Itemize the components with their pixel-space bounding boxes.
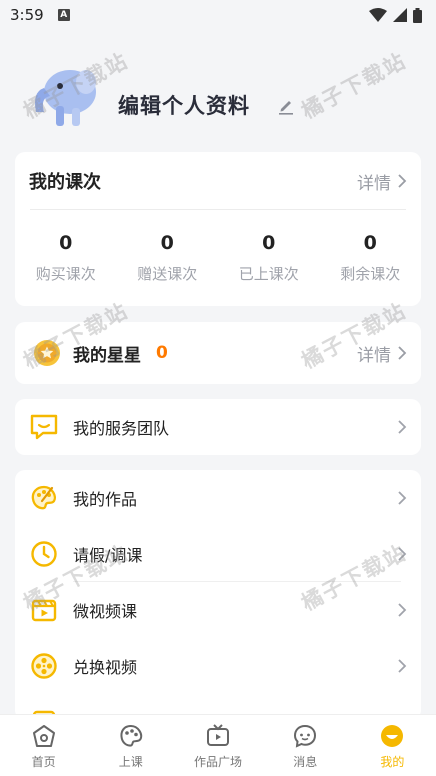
chat-box-icon	[29, 412, 59, 442]
menu-item-label: 微视频课	[73, 602, 138, 621]
clock-icon	[29, 539, 59, 569]
profile-face-icon	[378, 722, 406, 750]
palette-tab-icon	[117, 722, 145, 750]
divider	[30, 209, 406, 210]
menu-card: 我的作品 请假/调课 微视频课 兑换视频	[15, 470, 421, 720]
chevron-right-icon	[398, 174, 407, 188]
lessons-title: 我的课次	[29, 172, 101, 193]
tab-mine[interactable]: 我的	[349, 715, 436, 776]
star-coin-icon	[34, 340, 60, 366]
tab-label: 我的	[380, 754, 405, 769]
stars-detail-link[interactable]: 详情	[357, 341, 407, 366]
lesson-stats: 0 购买课次 0 赠送课次 0 已上课次 0 剩余课次	[15, 232, 421, 284]
menu-item-label: 请假/调课	[73, 546, 143, 565]
lessons-detail-link[interactable]: 详情	[357, 169, 407, 194]
service-team-row[interactable]: 我的服务团队	[15, 399, 421, 455]
palette-icon	[29, 483, 59, 513]
tab-messages[interactable]: 消息	[262, 715, 349, 776]
notification-icon: A	[57, 9, 70, 21]
stat-value: 0	[363, 232, 377, 254]
stars-detail-label: 详情	[357, 345, 391, 366]
stat-value: 0	[160, 232, 174, 254]
chevron-right-icon	[398, 603, 407, 617]
stars-title: 我的星星	[73, 345, 141, 366]
menu-item-micro-video[interactable]: 微视频课	[15, 582, 421, 638]
stat-remaining[interactable]: 0 剩余课次	[320, 232, 422, 284]
menu-item-leave[interactable]: 请假/调课	[15, 526, 421, 582]
tab-label: 消息	[293, 754, 318, 769]
service-card: 我的服务团队	[15, 399, 421, 455]
menu-item-label: 我的作品	[73, 490, 138, 509]
tab-home[interactable]: 首页	[0, 715, 87, 776]
stat-value: 0	[262, 232, 276, 254]
stat-label: 购买课次	[35, 265, 96, 283]
chevron-right-icon	[398, 659, 407, 673]
pencil-icon[interactable]	[276, 96, 296, 116]
tab-label: 上课	[118, 754, 143, 769]
tab-class[interactable]: 上课	[87, 715, 174, 776]
menu-item-my-works[interactable]: 我的作品	[15, 470, 421, 526]
chevron-right-icon	[398, 346, 407, 360]
stat-label: 已上课次	[238, 265, 299, 283]
battery-icon	[413, 7, 422, 23]
status-bar: 3:59 A	[0, 0, 436, 30]
tv-icon	[204, 722, 232, 750]
stat-value: 0	[59, 232, 73, 254]
stat-attended[interactable]: 0 已上课次	[218, 232, 320, 284]
edit-profile-link[interactable]: 编辑个人资料	[118, 90, 250, 120]
wifi-icon	[369, 8, 387, 22]
signal-icon	[393, 8, 407, 22]
stars-count: 0	[156, 343, 168, 363]
stat-gifted[interactable]: 0 赠送课次	[117, 232, 219, 284]
bottom-tab-bar: 首页 上课 作品广场 消息 我的	[0, 714, 436, 776]
status-time: 3:59	[10, 6, 44, 24]
avatar[interactable]	[26, 52, 104, 130]
menu-item-label: 兑换视频	[73, 658, 138, 677]
chevron-right-icon	[398, 420, 407, 434]
film-reel-icon	[29, 651, 59, 681]
menu-item-redeem-video[interactable]: 兑换视频	[15, 638, 421, 694]
tab-label: 首页	[31, 754, 56, 769]
stat-label: 赠送课次	[137, 265, 198, 283]
lessons-detail-label: 详情	[357, 173, 391, 194]
profile-header: 编辑个人资料	[0, 30, 436, 152]
chevron-right-icon	[398, 491, 407, 505]
chat-icon	[291, 722, 319, 750]
service-team-label: 我的服务团队	[73, 419, 170, 438]
tab-gallery[interactable]: 作品广场	[174, 715, 261, 776]
stars-card[interactable]: 我的星星 0 详情	[15, 322, 421, 384]
video-clip-icon	[29, 595, 59, 625]
lessons-card: 我的课次 详情 0 购买课次 0 赠送课次 0 已上课次 0 剩余课次	[15, 152, 421, 306]
home-icon	[30, 722, 58, 750]
tab-label: 作品广场	[194, 754, 243, 769]
chevron-right-icon	[398, 547, 407, 561]
stat-label: 剩余课次	[340, 265, 401, 283]
stat-purchased[interactable]: 0 购买课次	[15, 232, 117, 284]
